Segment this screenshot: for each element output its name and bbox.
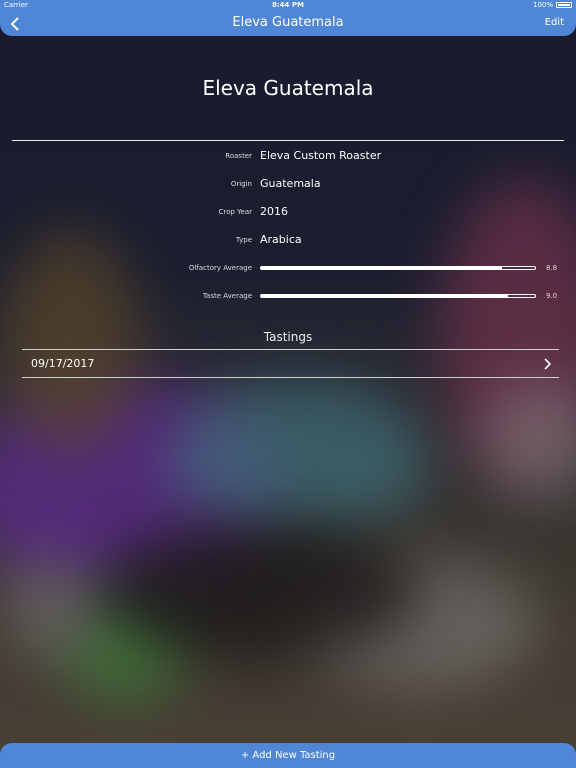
detail-value: Guatemala bbox=[260, 177, 321, 190]
taste-bar bbox=[260, 294, 536, 298]
rating-value: 8.8 bbox=[546, 264, 558, 272]
detail-label: Roaster bbox=[225, 152, 252, 160]
rating-row-taste: Taste Average 9.0 bbox=[0, 291, 576, 311]
chevron-right-icon bbox=[544, 358, 552, 370]
background-photo bbox=[0, 0, 576, 768]
detail-row-origin: Origin Guatemala bbox=[0, 177, 576, 197]
detail-row-type: Type Arabica bbox=[0, 233, 576, 253]
rating-label: Taste Average bbox=[202, 292, 252, 300]
detail-value: Eleva Custom Roaster bbox=[260, 149, 382, 162]
divider bbox=[22, 377, 559, 378]
rating-value: 9.0 bbox=[546, 292, 558, 300]
navigation-bar: Eleva Guatemala Edit bbox=[0, 12, 576, 36]
battery-percent: 100% bbox=[532, 1, 553, 9]
status-bar: Carrier 8:44 PM 100% bbox=[0, 0, 576, 12]
nav-title: Eleva Guatemala bbox=[232, 15, 344, 30]
add-new-tasting-button[interactable]: + Add New Tasting bbox=[0, 743, 576, 768]
battery-indicator: 100% bbox=[533, 1, 572, 9]
taste-bar-fill bbox=[261, 295, 508, 297]
olfactory-bar-fill bbox=[261, 267, 503, 269]
rating-label: Olfactory Average bbox=[188, 264, 252, 272]
detail-label: Origin bbox=[230, 180, 252, 188]
clock: 8:44 PM bbox=[272, 1, 304, 9]
olfactory-bar bbox=[260, 266, 536, 270]
detail-row-roaster: Roaster Eleva Custom Roaster bbox=[0, 149, 576, 169]
detail-label: Type bbox=[235, 236, 252, 244]
divider bbox=[12, 140, 564, 141]
coffee-name-heading: Eleva Guatemala bbox=[202, 76, 374, 100]
tastings-heading: Tastings bbox=[263, 330, 313, 344]
rating-row-olfactory: Olfactory Average 8.8 bbox=[0, 263, 576, 283]
detail-value: 2016 bbox=[260, 205, 288, 218]
detail-value: Arabica bbox=[260, 233, 302, 246]
detail-label: Crop Year bbox=[218, 208, 252, 216]
tasting-list-item[interactable]: 09/17/2017 bbox=[22, 350, 559, 378]
battery-icon bbox=[556, 2, 572, 8]
edit-button[interactable]: Edit bbox=[545, 17, 564, 28]
tasting-date: 09/17/2017 bbox=[31, 357, 95, 370]
detail-row-crop-year: Crop Year 2016 bbox=[0, 205, 576, 225]
